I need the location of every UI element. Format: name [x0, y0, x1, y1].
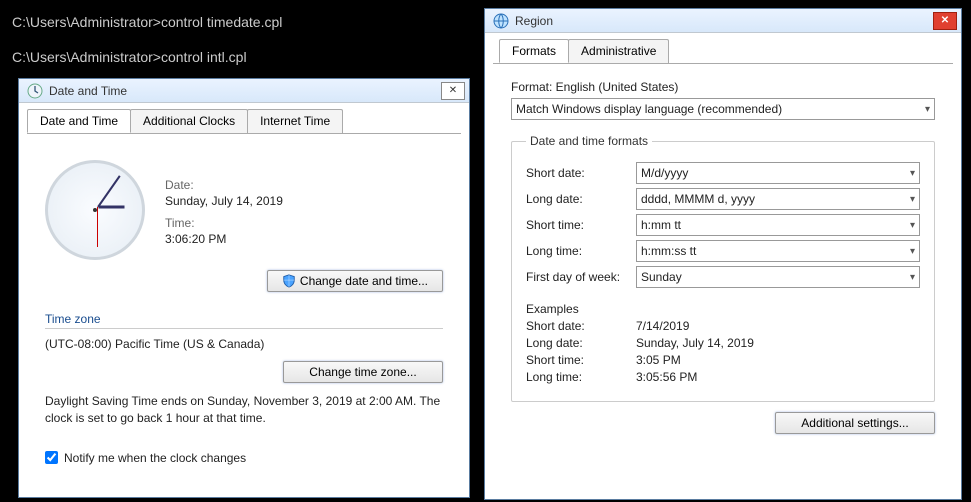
analog-clock — [45, 160, 145, 260]
dst-message: Daylight Saving Time ends on Sunday, Nov… — [45, 393, 443, 427]
clock-icon — [27, 83, 43, 99]
short-date-label: Short date: — [526, 166, 636, 180]
chevron-down-icon: ▾ — [910, 194, 915, 205]
long-time-label: Long time: — [526, 244, 636, 258]
titlebar[interactable]: Date and Time ✕ — [19, 79, 469, 103]
notify-checkbox[interactable] — [45, 451, 58, 464]
notify-label: Notify me when the clock changes — [64, 451, 246, 465]
date-label: Date: — [165, 178, 283, 192]
ex-short-time-label: Short time: — [526, 353, 636, 367]
date-time-info: Date: Sunday, July 14, 2019 Time: 3:06:2… — [165, 150, 283, 246]
ex-long-date-label: Long date: — [526, 336, 636, 350]
tab-date-and-time[interactable]: Date and Time — [27, 109, 131, 133]
chevron-down-icon: ▾ — [925, 104, 930, 115]
chevron-down-icon: ▾ — [910, 168, 915, 179]
change-timezone-button[interactable]: Change time zone... — [283, 361, 443, 383]
first-day-label: First day of week: — [526, 270, 636, 284]
tab-administrative[interactable]: Administrative — [568, 39, 669, 63]
ex-long-time-value: 3:05:56 PM — [636, 370, 697, 384]
timezone-heading: Time zone — [45, 312, 443, 326]
chevron-down-icon: ▾ — [910, 220, 915, 231]
date-value: Sunday, July 14, 2019 — [165, 194, 283, 208]
first-day-select[interactable]: Sunday▾ — [636, 266, 920, 288]
tabs: Formats Administrative — [485, 33, 961, 63]
window-title: Date and Time — [49, 84, 127, 98]
date-time-window: Date and Time ✕ Date and Time Additional… — [18, 78, 470, 498]
short-date-select[interactable]: M/d/yyyy▾ — [636, 162, 920, 184]
command-1: control timedate.cpl — [161, 14, 282, 30]
ex-short-time-value: 3:05 PM — [636, 353, 681, 367]
ex-long-date-value: Sunday, July 14, 2019 — [636, 336, 754, 350]
change-date-time-button[interactable]: Change date and time... — [267, 270, 443, 292]
long-date-select[interactable]: dddd, MMMM d, yyyy▾ — [636, 188, 920, 210]
prompt: C:\Users\Administrator> — [12, 49, 161, 65]
tabs: Date and Time Additional Clocks Internet… — [19, 103, 469, 133]
format-label: Format: English (United States) — [511, 80, 935, 94]
tab-additional-clocks[interactable]: Additional Clocks — [130, 109, 248, 133]
long-time-select[interactable]: h:mm:ss tt▾ — [636, 240, 920, 262]
time-label: Time: — [165, 216, 283, 230]
ex-short-date-value: 7/14/2019 — [636, 319, 689, 333]
examples-title: Examples — [526, 302, 920, 316]
globe-icon — [493, 13, 509, 29]
group-title: Date and time formats — [526, 134, 652, 148]
shield-icon — [282, 274, 296, 288]
chevron-down-icon: ▾ — [910, 272, 915, 283]
date-time-formats-group: Date and time formats Short date: M/d/yy… — [511, 134, 935, 402]
long-date-label: Long date: — [526, 192, 636, 206]
short-time-select[interactable]: h:mm tt▾ — [636, 214, 920, 236]
ex-short-date-label: Short date: — [526, 319, 636, 333]
chevron-down-icon: ▾ — [910, 246, 915, 257]
format-select[interactable]: Match Windows display language (recommen… — [511, 98, 935, 120]
window-title: Region — [515, 14, 553, 28]
region-window: Region ✕ Formats Administrative Format: … — [484, 8, 962, 500]
time-value: 3:06:20 PM — [165, 232, 283, 246]
timezone-value: (UTC-08:00) Pacific Time (US & Canada) — [45, 337, 443, 351]
prompt: C:\Users\Administrator> — [12, 14, 161, 30]
command-2: control intl.cpl — [161, 49, 247, 65]
short-time-label: Short time: — [526, 218, 636, 232]
ex-long-time-label: Long time: — [526, 370, 636, 384]
close-button[interactable]: ✕ — [441, 82, 465, 100]
titlebar[interactable]: Region ✕ — [485, 9, 961, 33]
tab-formats[interactable]: Formats — [499, 39, 569, 63]
additional-settings-button[interactable]: Additional settings... — [775, 412, 935, 434]
tab-internet-time[interactable]: Internet Time — [247, 109, 343, 133]
close-button[interactable]: ✕ — [933, 12, 957, 30]
